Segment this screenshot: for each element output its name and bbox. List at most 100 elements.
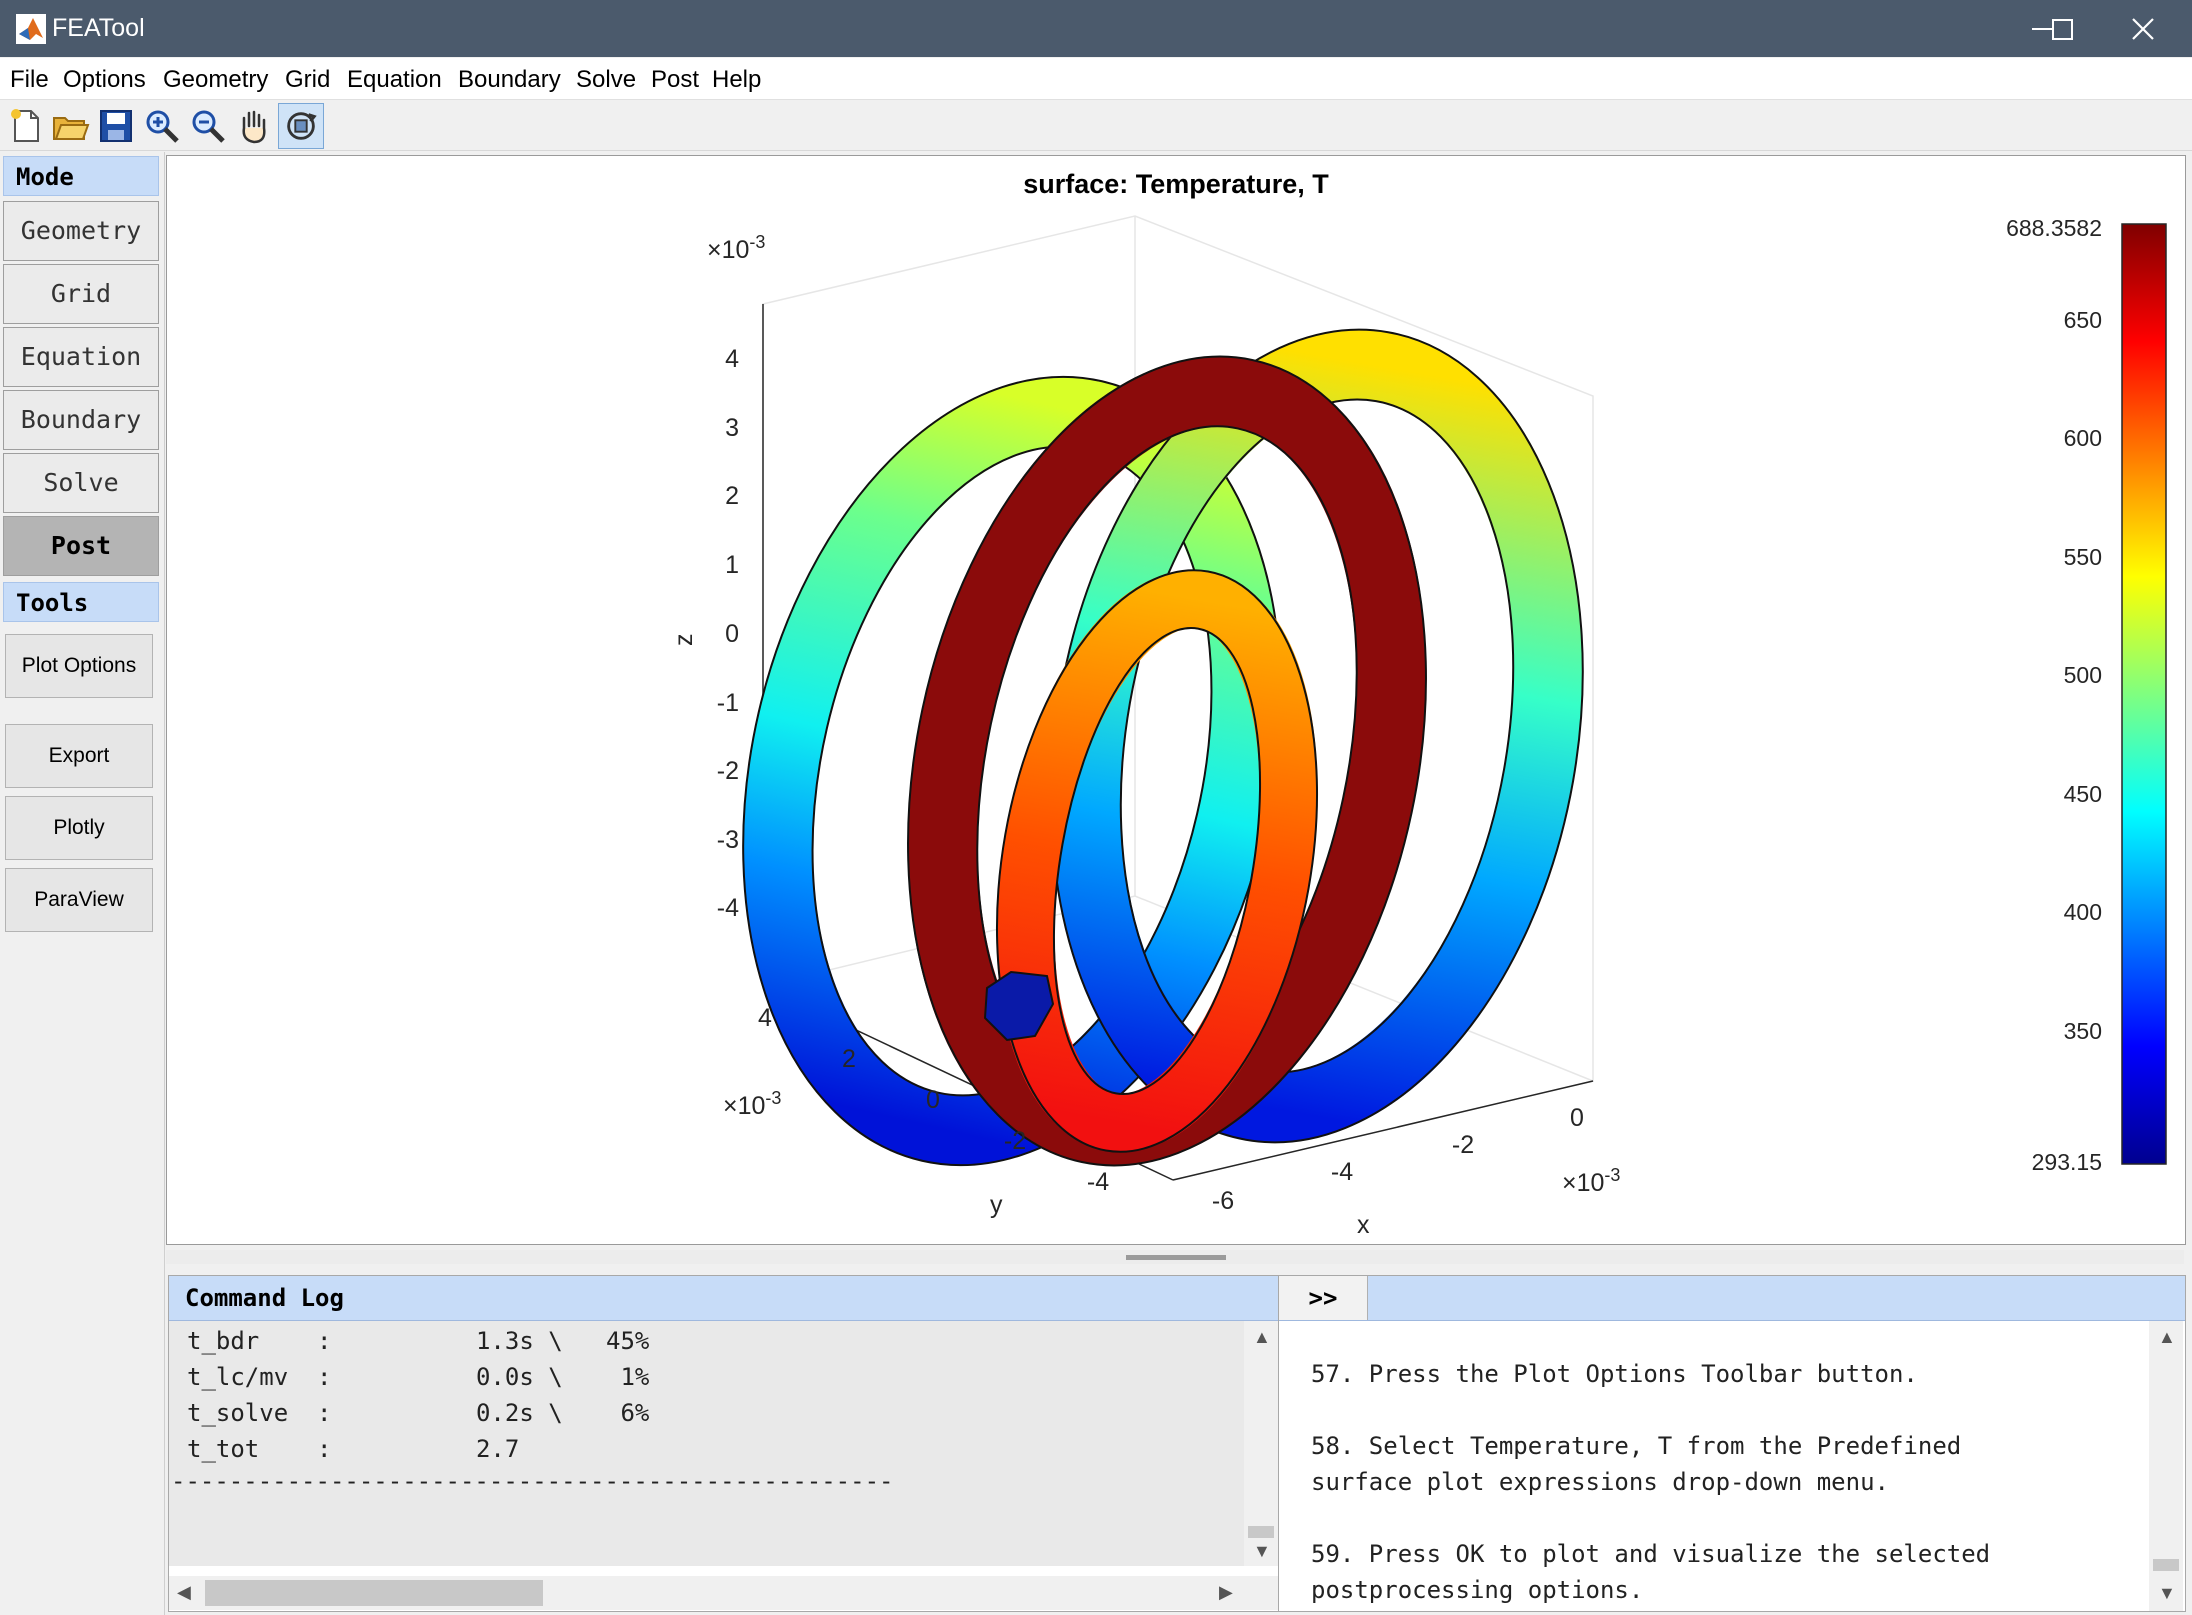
splitter-grip[interactable]: [1126, 1255, 1226, 1260]
colorbar-tick-label: 350: [2064, 1018, 2102, 1044]
close-button[interactable]: [2098, 0, 2190, 57]
colorbar-tick-label: 500: [2064, 662, 2102, 688]
help-scroll-thumb[interactable]: [2153, 1559, 2179, 1571]
window-title: FEATool: [52, 14, 145, 42]
z-tick-label: -4: [717, 894, 739, 922]
sidebar: Mode Geometry Grid Equation Boundary Sol…: [0, 152, 165, 1615]
z-exponent-label: ×10-3: [707, 232, 765, 264]
temperature-surface-plot[interactable]: surface: Temperature, T ×10-3 4 3 2 1 0 …: [167, 156, 2185, 1244]
matlab-logo-icon: [16, 14, 46, 44]
log-line: t_lc/mv : 0.0s \ 1%: [187, 1363, 650, 1391]
menu-solve[interactable]: Solve: [576, 66, 636, 94]
z-tick-label: 3: [725, 414, 739, 442]
colorbar-max-label: 688.3582: [2006, 215, 2102, 241]
y-tick-label: -2: [1004, 1127, 1026, 1155]
menu-geometry[interactable]: Geometry: [163, 66, 268, 94]
colorbar-tick-label: 550: [2064, 544, 2102, 570]
help-panel: >> 57. Press the Plot Options Toolbar bu…: [1278, 1275, 2186, 1612]
log-line: t_bdr : 1.3s \ 45%: [187, 1327, 650, 1355]
menu-equation[interactable]: Equation: [347, 66, 442, 94]
colorbar-tick-label: 450: [2064, 781, 2102, 807]
z-tick-label: -2: [717, 757, 739, 785]
plotly-button[interactable]: Plotly: [5, 796, 153, 860]
rotate-3d-button[interactable]: [278, 103, 324, 149]
colorbar: 688.3582 293.15 650 600 550 500 450 400 …: [2006, 215, 2167, 1175]
mode-equation-button[interactable]: Equation: [3, 327, 159, 387]
maximize-icon: [2052, 19, 2073, 40]
log-vscroll-thumb[interactable]: [1248, 1526, 1274, 1538]
rotate-3d-icon: [287, 112, 317, 140]
scroll-left-icon[interactable]: ◀: [177, 1582, 191, 1603]
menu-boundary[interactable]: Boundary: [458, 66, 561, 94]
log-line: t_solve : 0.2s \ 6%: [187, 1399, 650, 1427]
colorbar-tick-label: 600: [2064, 425, 2102, 451]
help-header: >>: [1279, 1276, 2185, 1321]
pan-hand-icon[interactable]: [234, 106, 274, 146]
menu-post[interactable]: Post: [651, 66, 699, 94]
mode-solve-button[interactable]: Solve: [3, 453, 159, 513]
help-step: surface plot expressions drop-down menu.: [1311, 1468, 1889, 1496]
zoom-in-icon[interactable]: [142, 106, 182, 146]
colorbar-tick-label: 650: [2064, 307, 2102, 333]
x-axis-label: x: [1357, 1211, 1370, 1239]
y-tick-label: -4: [1087, 1168, 1109, 1196]
help-scrollbar[interactable]: ▲ ▼: [2149, 1321, 2183, 1611]
help-step: 59. Press OK to plot and visualize the s…: [1311, 1540, 1991, 1568]
z-tick-label: -3: [717, 826, 739, 854]
scroll-down-icon[interactable]: ▼: [1253, 1541, 1271, 1562]
export-button[interactable]: Export: [5, 724, 153, 788]
z-tick-label: 0: [725, 620, 739, 648]
y-tick-label: 4: [758, 1004, 772, 1032]
y-axis-label: y: [990, 1191, 1003, 1219]
x-tick-label: -4: [1331, 1158, 1353, 1186]
z-axis-label: z: [670, 634, 698, 647]
menu-help[interactable]: Help: [712, 66, 761, 94]
log-hscroll-thumb[interactable]: [205, 1580, 543, 1606]
scroll-right-icon[interactable]: ▶: [1219, 1582, 1233, 1603]
colorbar-min-label: 293.15: [2032, 1149, 2102, 1175]
help-step: 57. Press the Plot Options Toolbar butto…: [1311, 1360, 1918, 1388]
help-step: 58. Select Temperature, T from the Prede…: [1311, 1432, 1962, 1460]
close-icon: [2132, 18, 2154, 40]
z-tick-label: 2: [725, 482, 739, 510]
log-separator: ----------------------------------------…: [171, 1467, 894, 1495]
save-icon[interactable]: [96, 106, 136, 146]
log-vertical-scrollbar[interactable]: ▲ ▼: [1244, 1321, 1278, 1566]
title-bar: FEATool: [0, 0, 2192, 57]
scroll-up-icon[interactable]: ▲: [1253, 1327, 1271, 1348]
plot-panel[interactable]: surface: Temperature, T ×10-3 4 3 2 1 0 …: [166, 155, 2186, 1245]
z-tick-label: -1: [717, 689, 739, 717]
plot-options-button[interactable]: Plot Options: [5, 634, 153, 698]
x-exponent-label: ×10-3: [1562, 1165, 1620, 1197]
command-log-header: Command Log: [169, 1276, 1279, 1321]
x-tick-label: 0: [1570, 1104, 1584, 1132]
log-horizontal-scrollbar[interactable]: ◀ ▶: [169, 1576, 1279, 1610]
z-tick-label: 1: [725, 551, 739, 579]
mode-post-button[interactable]: Post: [3, 516, 159, 576]
y-tick-label: 2: [842, 1045, 856, 1073]
toggle-help-button[interactable]: >>: [1279, 1276, 1368, 1320]
tools-header: Tools: [3, 582, 159, 622]
maximize-button[interactable]: [2004, 0, 2096, 57]
mode-boundary-button[interactable]: Boundary: [3, 390, 159, 450]
mode-geometry-button[interactable]: Geometry: [3, 201, 159, 261]
paraview-button[interactable]: ParaView: [5, 868, 153, 932]
command-log-panel: Command Log t_bdr : 1.3s \ 45% t_lc/mv :…: [168, 1275, 1280, 1612]
menu-file[interactable]: File: [10, 66, 49, 94]
y-exponent-label: ×10-3: [723, 1088, 781, 1120]
scroll-down-icon[interactable]: ▼: [2158, 1583, 2176, 1604]
zoom-out-icon[interactable]: [188, 106, 228, 146]
new-file-icon[interactable]: [6, 106, 46, 146]
panel-splitter[interactable]: [166, 1250, 2184, 1264]
menu-options[interactable]: Options: [63, 66, 146, 94]
log-line: t_tot : 2.7: [187, 1435, 520, 1463]
x-tick-label: -2: [1452, 1131, 1474, 1159]
x-tick-label: -6: [1212, 1187, 1234, 1215]
open-folder-icon[interactable]: [50, 106, 90, 146]
z-tick-label: 4: [725, 345, 739, 373]
y-tick-label: 0: [926, 1086, 940, 1114]
mode-grid-button[interactable]: Grid: [3, 264, 159, 324]
menu-grid[interactable]: Grid: [285, 66, 330, 94]
help-step: postprocessing options.: [1311, 1576, 1644, 1604]
scroll-up-icon[interactable]: ▲: [2158, 1327, 2176, 1348]
